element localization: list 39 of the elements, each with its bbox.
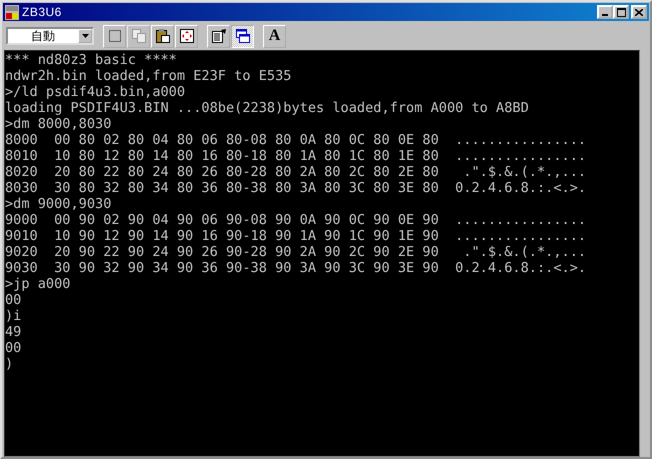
close-button[interactable] <box>631 5 647 19</box>
console-line: ndwr2h.bin loaded,from E23F to E535 <box>5 68 292 84</box>
paste-button[interactable] <box>151 24 174 48</box>
console-line: 9010 10 90 12 90 14 90 16 90-18 90 1A 90 1C 90 1E 90 ................ <box>5 228 586 244</box>
maximize-button[interactable] <box>613 5 629 19</box>
fullscreen-button[interactable] <box>175 24 198 48</box>
properties-button[interactable] <box>207 24 230 48</box>
console-line: 8030 30 80 32 80 34 80 36 80-38 80 3A 80 3C 80 3E 80 0.2.4.6.8.:.<.>. <box>5 180 586 196</box>
console-line: 00 <box>5 292 22 308</box>
font-button[interactable]: A <box>263 24 286 48</box>
maximize-icon <box>616 8 626 16</box>
console-line: 9030 30 90 32 90 34 90 36 90-38 90 3A 90 3C 90 3E 90 0.2.4.6.8.:.<.>. <box>5 260 586 276</box>
document-icon <box>210 28 226 44</box>
app-icon <box>5 4 19 20</box>
console-line: 8000 00 80 02 80 04 80 06 80-08 80 0A 80 0C 80 0E 80 ................ <box>5 132 586 148</box>
console-line: >dm 8000,8030 <box>5 116 112 132</box>
console-line: 00 <box>5 340 22 356</box>
console-line: >/ld psdif4u3.bin,a000 <box>5 84 186 100</box>
window-title: ZB3U6 <box>22 5 63 19</box>
console-line: loading PSDIF4U3.BIN ...08be(2238)bytes loaded,from A000 to A8BD <box>5 100 529 116</box>
console-line: 49 <box>5 324 22 340</box>
console-line: 9020 20 90 22 90 24 90 26 90-28 90 2A 90 2C 90 2E 90 .".$.&.(.*.,... <box>5 244 586 260</box>
console-line: 8020 20 80 22 80 24 80 26 80-28 80 2A 80 2C 80 2E 80 .".$.&.(.*.,... <box>5 164 586 180</box>
close-icon <box>635 8 643 16</box>
dashed-square-icon <box>106 28 122 44</box>
windows-icon <box>234 28 250 44</box>
console-line: >dm 9000,9030 <box>5 196 112 212</box>
minimize-button[interactable] <box>597 5 613 19</box>
console-line: >jp a000 <box>5 276 70 292</box>
four-arrows-icon <box>178 28 194 44</box>
console-line: )i <box>5 308 22 324</box>
font-size-dropdown[interactable]: 自動 <box>6 27 94 45</box>
mark-button[interactable] <box>103 24 126 48</box>
clipboard-icon <box>154 28 170 44</box>
copy-icon <box>130 28 146 44</box>
console-line: ) <box>5 356 14 372</box>
console-line: *** nd80z3 basic **** <box>5 52 177 68</box>
console-line: 8010 10 80 12 80 14 80 16 80-18 80 1A 80 1C 80 1E 80 ................ <box>5 148 586 164</box>
console-line: 9000 00 90 02 90 04 90 06 90-08 90 0A 90 0C 90 0E 90 ................ <box>5 212 586 228</box>
